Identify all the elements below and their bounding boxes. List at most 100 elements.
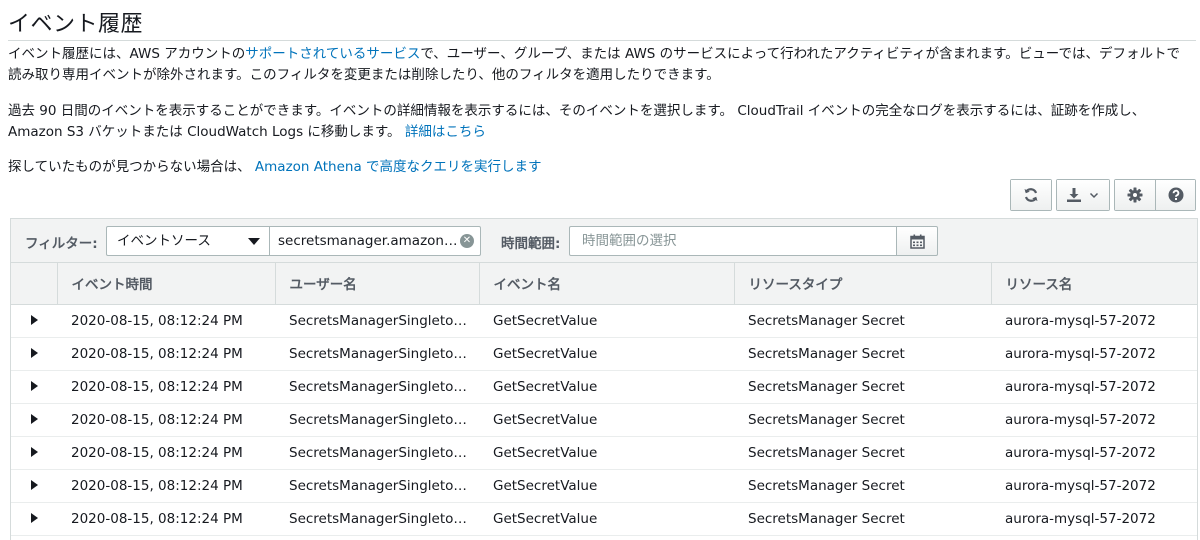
gear-icon: [1127, 187, 1143, 203]
settings-button-group: [1114, 179, 1196, 211]
table-row[interactable]: 2020-08-15, 08:12:24 PM SecretsManagerSin…: [11, 469, 1197, 503]
event-time-cell: 2020-08-15, 08:12:24 PM: [57, 436, 275, 470]
resource-name-cell: aurora-mysql-57-2072: [991, 436, 1197, 470]
intro-text: 過去 90 日間のイベントを表示することができます。イベントの詳細情報を表示する…: [8, 103, 1146, 140]
filter-label: フィルター:: [25, 236, 98, 252]
intro-text: 探していたものが見つからない場合は、: [8, 159, 251, 175]
chevron-down-icon: [1089, 192, 1099, 199]
resource-name-cell: aurora-mysql-57-2072: [991, 469, 1197, 503]
filter-attribute-value: イベントソース: [117, 233, 211, 249]
table-toolbar: [1010, 179, 1196, 211]
filter-attribute-select[interactable]: イベントソース: [106, 226, 270, 256]
download-button[interactable]: [1057, 180, 1109, 210]
resource-type-cell: SecretsManager Secret: [734, 403, 991, 437]
expand-row-icon[interactable]: [30, 347, 38, 358]
expand-cell: [11, 436, 57, 470]
resource-type-cell: SecretsManager Secret: [734, 502, 991, 536]
column-header-resource-type[interactable]: リソースタイプ: [734, 263, 992, 305]
column-header-user-name[interactable]: ユーザー名: [275, 263, 480, 305]
time-range-input[interactable]: 時間範囲の選択: [569, 226, 897, 256]
help-button[interactable]: [1155, 180, 1195, 210]
refresh-icon: [1024, 188, 1038, 202]
table-row[interactable]: 2020-08-15, 08:12:24 PM SecretsManagerSin…: [11, 403, 1197, 437]
resource-name-cell: aurora-mysql-57-2072: [991, 370, 1197, 404]
event-name-cell: GetSecretValue: [479, 469, 734, 503]
table-header-row: イベント時間 ユーザー名 イベント名 リソースタイプ リソース名: [11, 263, 1197, 305]
user-name-cell: SecretsManagerSingleto…: [275, 304, 479, 338]
table-row[interactable]: 2020-08-15, 08:12:24 PM SecretsManagerSin…: [11, 304, 1197, 338]
learn-more-link[interactable]: 詳細はこちら: [405, 124, 486, 140]
refresh-button[interactable]: [1011, 180, 1051, 210]
time-range-placeholder: 時間範囲の選択: [582, 233, 677, 249]
resource-type-cell: SecretsManager Secret: [734, 304, 991, 338]
table-row[interactable]: 2020-08-15, 08:12:24 PM SecretsManagerSin…: [11, 337, 1197, 371]
user-name-cell: SecretsManagerSingleto…: [275, 502, 479, 536]
event-name-cell: GetSecretValue: [479, 337, 734, 371]
resource-name-cell: aurora-mysql-57-2072: [991, 337, 1197, 371]
expand-row-icon[interactable]: [30, 314, 38, 325]
page-title: イベント履歴: [8, 12, 144, 37]
expand-row-icon[interactable]: [30, 380, 38, 391]
event-time-cell: 2020-08-15, 08:12:24 PM: [57, 403, 275, 437]
expand-row-icon[interactable]: [30, 512, 38, 523]
table-row[interactable]: 2020-08-15, 08:12:24 PM SecretsManagerSin…: [11, 502, 1197, 536]
expand-cell: [11, 403, 57, 437]
column-header-event-name[interactable]: イベント名: [479, 263, 735, 305]
event-time-cell: 2020-08-15, 08:12:24 PM: [57, 502, 275, 536]
event-name-cell: GetSecretValue: [479, 436, 734, 470]
resource-name-cell: aurora-mysql-57-2072: [991, 304, 1197, 338]
resource-type-cell: SecretsManager Secret: [734, 436, 991, 470]
expand-row-icon[interactable]: [30, 413, 38, 424]
expand-row-icon[interactable]: [30, 479, 38, 490]
event-name-cell: GetSecretValue: [479, 370, 734, 404]
user-name-cell: SecretsManagerSingleto…: [275, 403, 479, 437]
expand-cell: [11, 370, 57, 404]
download-button-group: [1056, 179, 1110, 211]
supported-services-link[interactable]: サポートされているサービス: [245, 46, 420, 62]
event-time-cell: 2020-08-15, 08:12:24 PM: [57, 469, 275, 503]
athena-query-link[interactable]: Amazon Athena で高度なクエリを実行します: [255, 159, 542, 175]
event-time-cell: 2020-08-15, 08:12:24 PM: [57, 337, 275, 371]
expand-cell: [11, 337, 57, 371]
download-icon: [1067, 188, 1081, 202]
time-range-label: 時間範囲:: [501, 236, 561, 252]
column-header-event-time[interactable]: イベント時間: [57, 263, 276, 305]
intro-paragraph-2: 過去 90 日間のイベントを表示することができます。イベントの詳細情報を表示する…: [8, 101, 1193, 143]
user-name-cell: SecretsManagerSingleto…: [275, 436, 479, 470]
resource-name-cell: aurora-mysql-57-2072: [991, 403, 1197, 437]
expand-cell: [11, 304, 57, 338]
events-table: イベント時間 ユーザー名 イベント名 リソースタイプ リソース名 2020-08…: [11, 263, 1197, 536]
title-divider: [8, 40, 1196, 41]
clear-icon[interactable]: ✕: [460, 234, 474, 248]
resource-type-cell: SecretsManager Secret: [734, 337, 991, 371]
calendar-button[interactable]: [896, 226, 938, 256]
intro-text: イベント履歴には、AWS アカウントの: [8, 46, 246, 62]
filter-value-input[interactable]: secretsmanager.amazon… ✕: [269, 226, 481, 256]
expand-cell: [11, 502, 57, 536]
resource-name-cell: aurora-mysql-57-2072: [991, 502, 1197, 536]
settings-button[interactable]: [1115, 180, 1155, 210]
event-name-cell: GetSecretValue: [479, 403, 734, 437]
user-name-cell: SecretsManagerSingleto…: [275, 469, 479, 503]
intro-paragraph-3: 探していたものが見つからない場合は、 Amazon Athena で高度なクエリ…: [8, 157, 1193, 178]
user-name-cell: SecretsManagerSingleto…: [275, 370, 479, 404]
event-time-cell: 2020-08-15, 08:12:24 PM: [57, 304, 275, 338]
filter-bar: フィルター: イベントソース secretsmanager.amazon… ✕ …: [11, 219, 1197, 263]
expand-row-icon[interactable]: [30, 446, 38, 457]
event-name-cell: GetSecretValue: [479, 502, 734, 536]
column-header-resource-name[interactable]: リソース名: [991, 263, 1197, 305]
expand-column-header: [11, 263, 58, 305]
refresh-button-group: [1010, 179, 1052, 211]
event-time-cell: 2020-08-15, 08:12:24 PM: [57, 370, 275, 404]
table-row[interactable]: 2020-08-15, 08:12:24 PM SecretsManagerSin…: [11, 436, 1197, 470]
expand-cell: [11, 469, 57, 503]
resource-type-cell: SecretsManager Secret: [734, 469, 991, 503]
filter-value-text: secretsmanager.amazon…: [278, 233, 458, 249]
help-icon: [1168, 187, 1183, 203]
calendar-icon: [909, 234, 925, 249]
event-name-cell: GetSecretValue: [479, 304, 734, 338]
resource-type-cell: SecretsManager Secret: [734, 370, 991, 404]
event-history-panel: フィルター: イベントソース secretsmanager.amazon… ✕ …: [10, 218, 1198, 540]
caret-down-icon: [248, 238, 260, 245]
table-row[interactable]: 2020-08-15, 08:12:24 PM SecretsManagerSin…: [11, 370, 1197, 404]
